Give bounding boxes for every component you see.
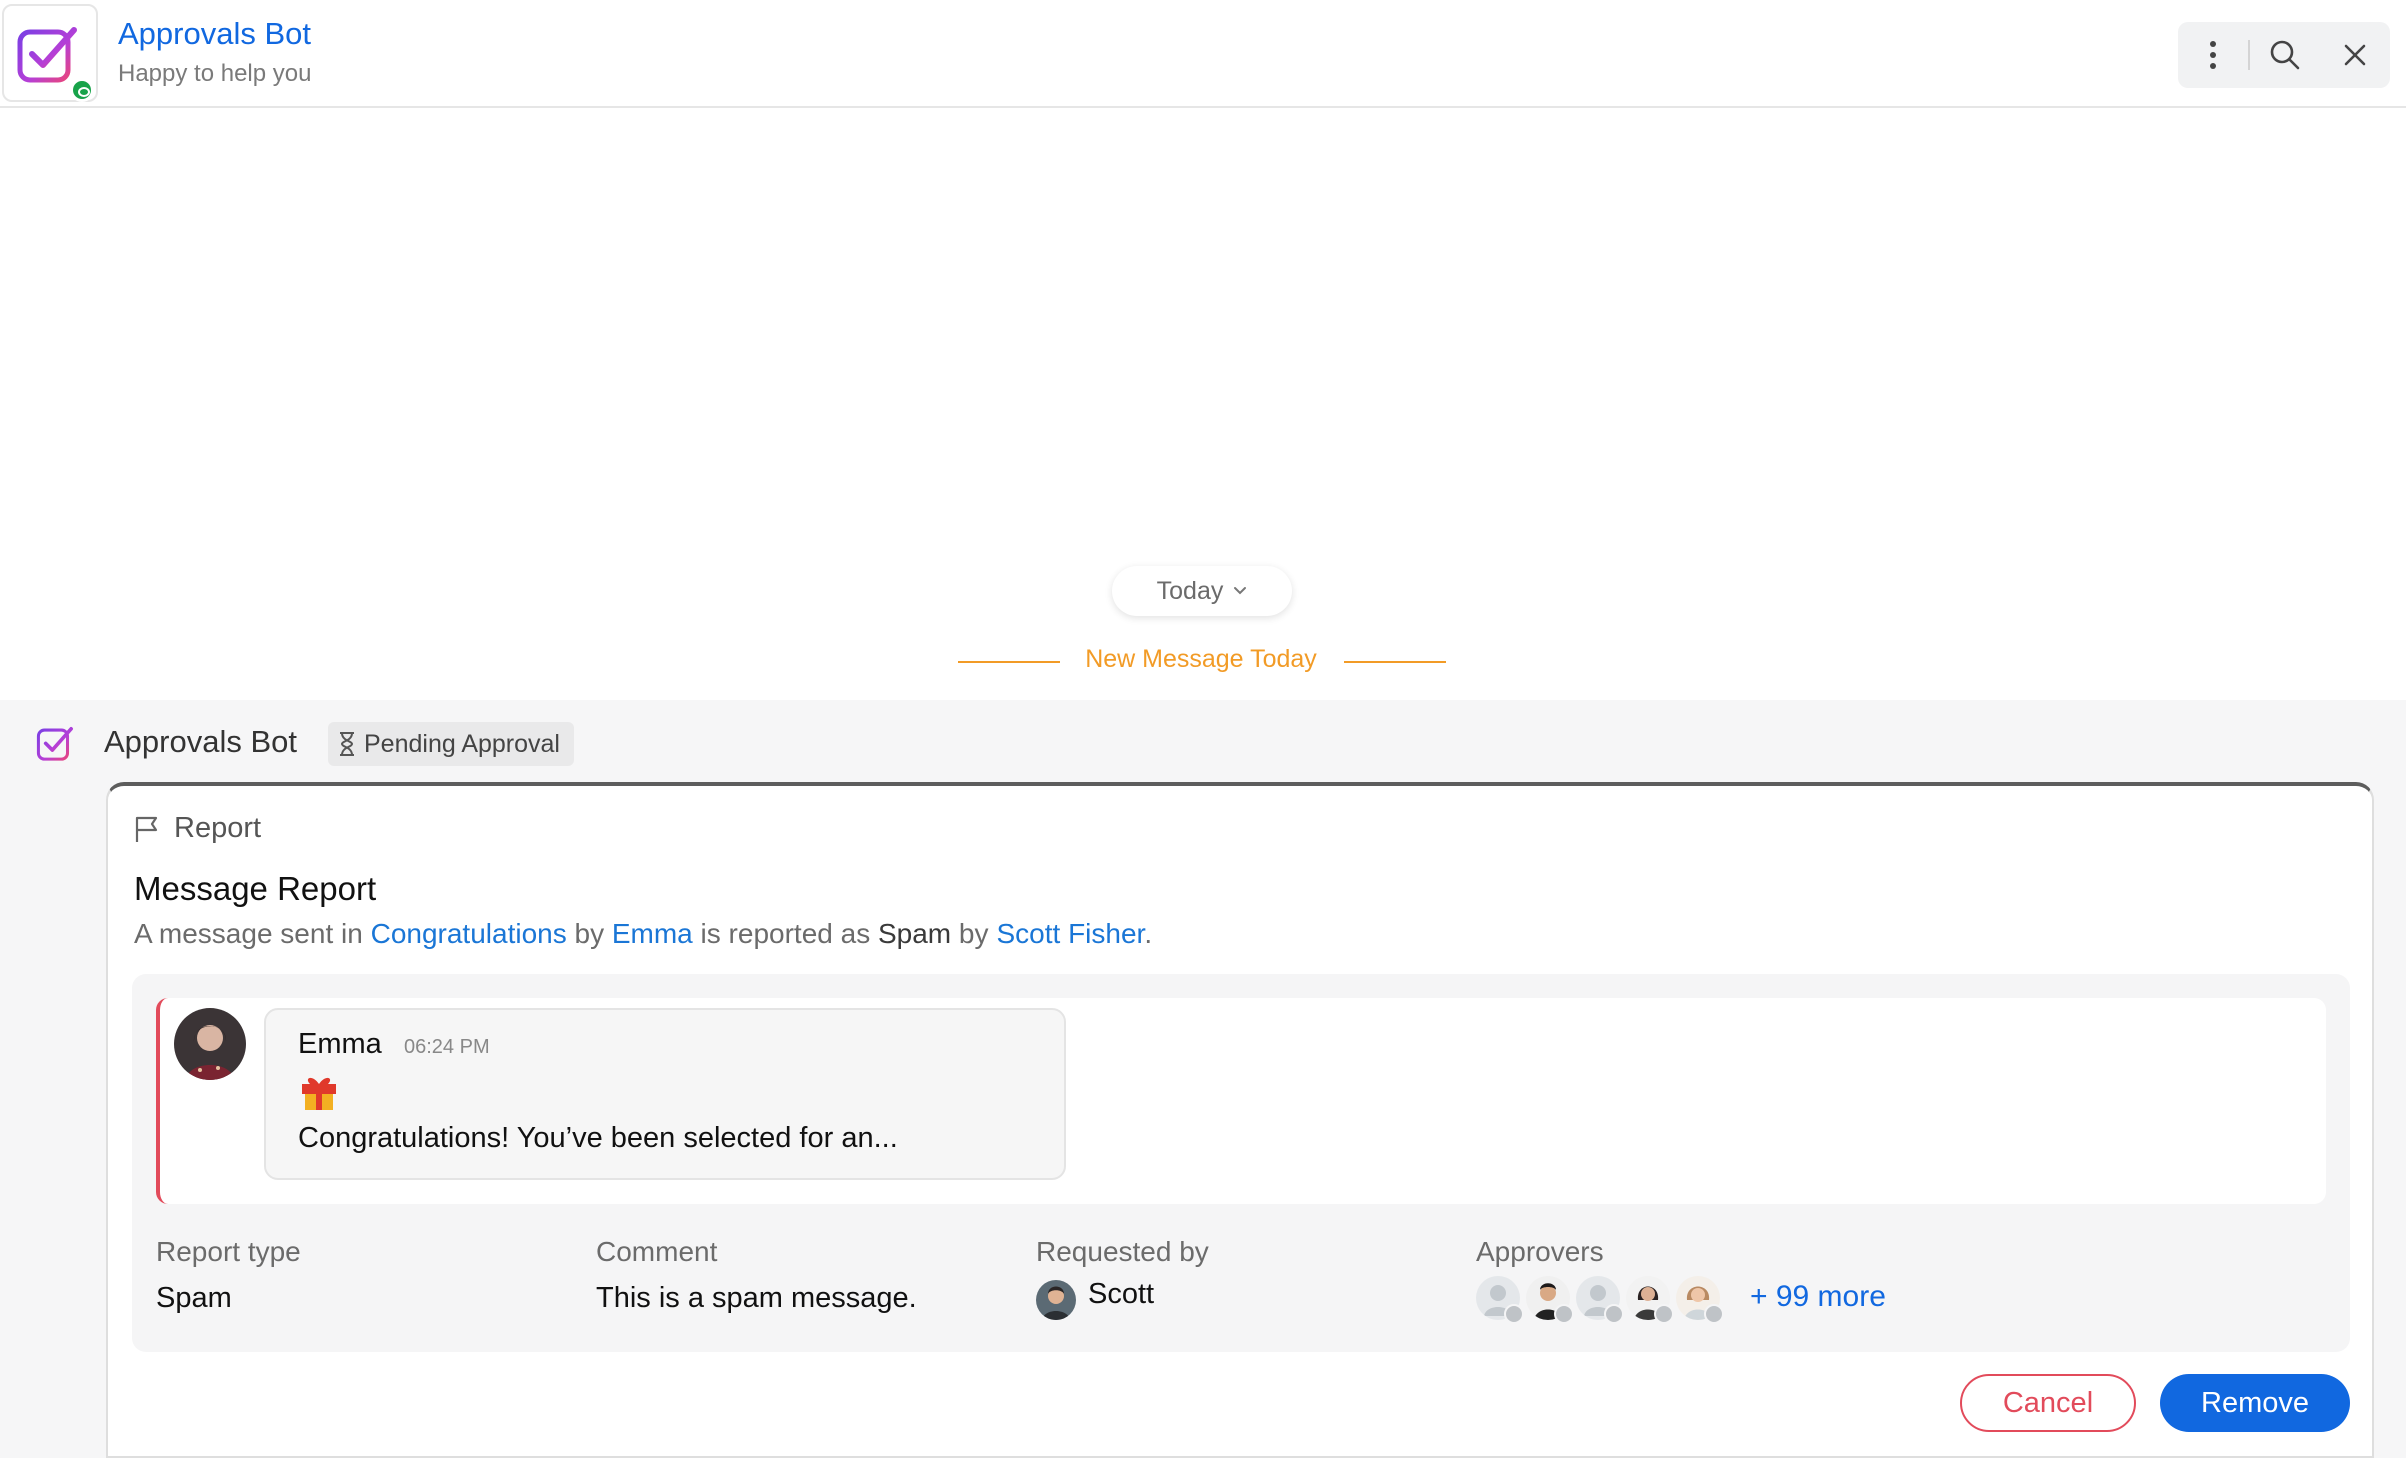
new-message-line-left xyxy=(958,661,1060,663)
gift-icon xyxy=(302,1077,336,1110)
card-title: Message Report xyxy=(134,870,377,907)
requested-by-value[interactable]: Scott xyxy=(1088,1278,1154,1311)
comment-label: Comment xyxy=(596,1236,718,1267)
approver-avatar-1[interactable] xyxy=(1476,1276,1524,1324)
desc-by-reporter: by xyxy=(958,918,989,949)
report-type-label: Report type xyxy=(156,1236,301,1267)
requester-avatar[interactable] xyxy=(1036,1280,1076,1320)
quoted-message[interactable]: Emma 06:24 PM Congratulations! You’ve be… xyxy=(156,998,2326,1204)
search-icon xyxy=(2270,40,2300,70)
header-actions xyxy=(2178,22,2390,88)
channel-link[interactable]: Congratulations xyxy=(371,918,567,949)
hourglass-icon xyxy=(340,732,354,756)
requested-by-label: Requested by xyxy=(1036,1236,1209,1267)
approver-status-icon xyxy=(1504,1304,1524,1324)
approver-avatar-3[interactable] xyxy=(1576,1276,1624,1324)
approvals-bot-small-icon[interactable] xyxy=(36,724,76,764)
cancel-button[interactable]: Cancel xyxy=(1960,1374,2136,1432)
report-type-value: Spam xyxy=(156,1282,232,1314)
approver-avatar-4[interactable] xyxy=(1626,1276,1674,1324)
desc-suffix: . xyxy=(1144,918,1153,949)
quoted-time: 06:24 PM xyxy=(404,1036,490,1058)
desc-prefix: A message sent in xyxy=(134,918,363,949)
date-filter-chip[interactable]: Today xyxy=(1112,566,1292,616)
bot-title[interactable]: Approvals Bot xyxy=(118,16,311,52)
new-message-divider-label: New Message Today xyxy=(1085,645,1317,673)
emma-avatar-image xyxy=(174,1008,246,1080)
approver-avatar-5[interactable] xyxy=(1676,1276,1724,1324)
approver-status-icon xyxy=(1554,1304,1574,1324)
approver-status-icon xyxy=(1654,1304,1674,1324)
search-button[interactable] xyxy=(2250,22,2320,88)
desc-middle: is reported as xyxy=(700,918,871,949)
report-tag: Report xyxy=(134,812,261,845)
chevron-down-icon xyxy=(1234,587,1247,595)
quoted-message-bubble: Emma 06:24 PM Congratulations! You’ve be… xyxy=(264,1008,1066,1180)
report-tag-label: Report xyxy=(174,812,262,844)
flag-icon xyxy=(135,816,158,842)
approver-status-icon xyxy=(1704,1304,1724,1324)
approvals-bot-logo-icon xyxy=(17,27,77,83)
chat-header: Approvals Bot Happy to help you xyxy=(0,0,2406,108)
avatar[interactable] xyxy=(174,1008,246,1080)
approver-status-icon xyxy=(1604,1304,1624,1324)
approvers-label: Approvers xyxy=(1476,1236,1604,1267)
online-status-icon xyxy=(70,78,94,102)
status-badge-label: Pending Approval xyxy=(364,729,560,758)
bot-avatar[interactable] xyxy=(2,4,98,102)
quoted-author[interactable]: Emma xyxy=(298,1028,382,1061)
bot-subtitle: Happy to help you xyxy=(118,60,312,87)
status-badge: Pending Approval xyxy=(328,722,574,766)
close-button[interactable] xyxy=(2320,22,2390,88)
reporter-link[interactable]: Scott Fisher xyxy=(996,918,1144,949)
more-options-button[interactable] xyxy=(2178,22,2248,88)
new-message-line-right xyxy=(1344,661,1446,663)
comment-value: This is a spam message. xyxy=(596,1282,917,1314)
remove-button[interactable]: Remove xyxy=(2160,1374,2350,1432)
desc-report-type: Spam xyxy=(877,918,952,949)
author-link[interactable]: Emma xyxy=(612,918,693,949)
approvers-more-link[interactable]: + 99 more xyxy=(1750,1280,1886,1314)
approver-avatar-2[interactable] xyxy=(1526,1276,1574,1324)
card-description: A message sent in Congratulations by Emm… xyxy=(134,918,1152,950)
date-chip-label: Today xyxy=(1156,576,1224,605)
report-details: Emma 06:24 PM Congratulations! You’ve be… xyxy=(132,974,2350,1352)
quoted-text: Congratulations! You’ve been selected fo… xyxy=(298,1122,898,1154)
vertical-dots-icon xyxy=(2210,41,2216,69)
message-sender-name[interactable]: Approvals Bot xyxy=(104,724,297,760)
report-card: Report Message Report A message sent in … xyxy=(106,782,2374,1458)
close-icon xyxy=(2344,44,2366,66)
scott-avatar-image xyxy=(1036,1280,1076,1320)
desc-by: by xyxy=(574,918,605,949)
